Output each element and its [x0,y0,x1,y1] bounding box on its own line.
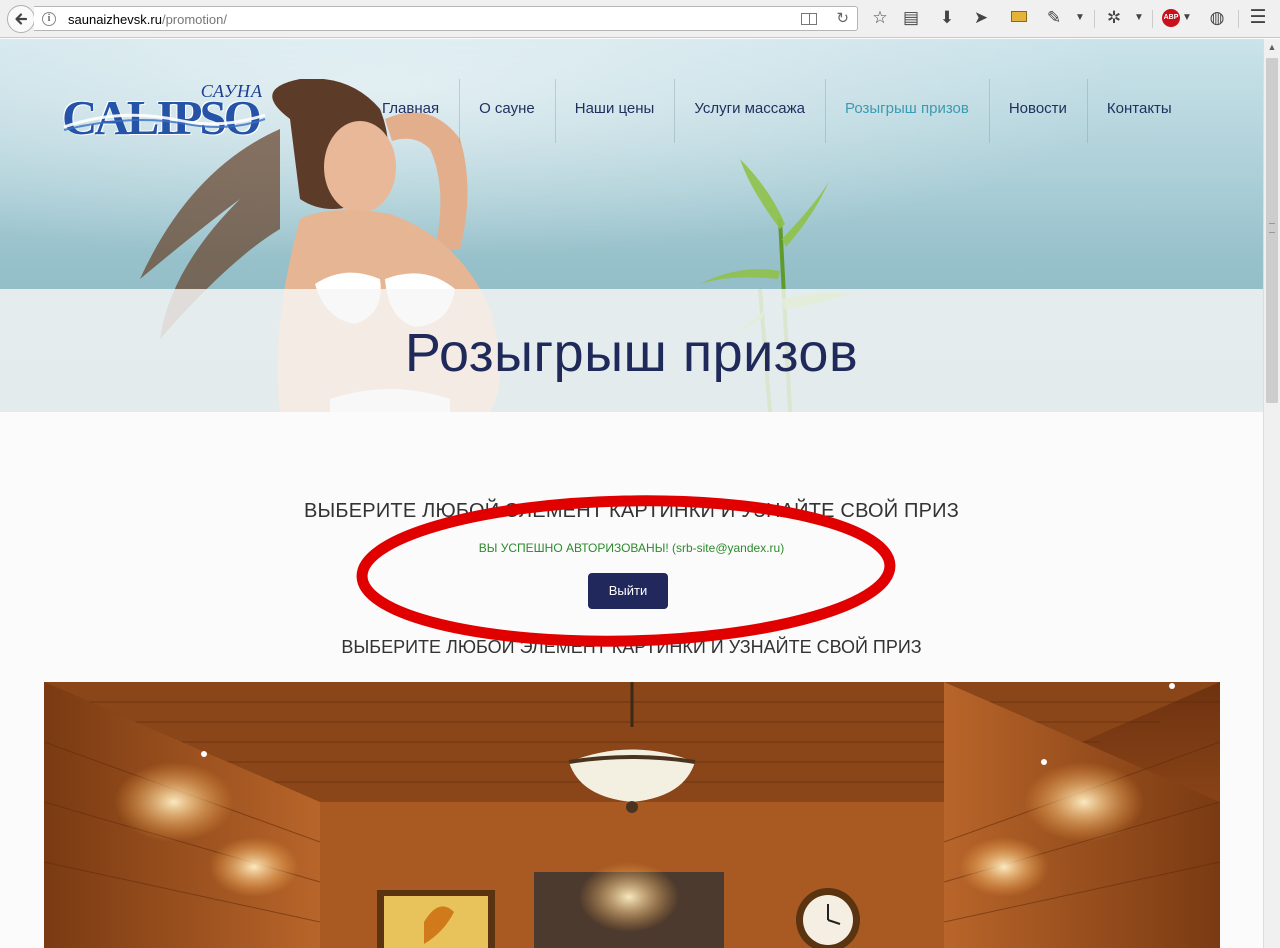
toolbar-separator [1094,10,1095,28]
address-bar[interactable]: i saunaizhevsk.ru/promotion/ ↻ [34,6,858,31]
scroll-grip [1269,223,1275,233]
adblock-icon[interactable]: ABP [1162,9,1180,27]
nav-item-massage[interactable]: Услуги массажа [674,79,825,143]
site-logo[interactable]: САУНА CALIPSO [62,81,267,143]
reader-view-icon[interactable] [801,13,817,25]
send-icon[interactable]: ➤ [971,8,991,28]
site-info-icon[interactable]: i [42,12,56,26]
toolbar-separator [1152,10,1153,28]
extension-menu-chevron-down-icon[interactable]: ▼ [1133,8,1145,28]
menu-icon[interactable]: ☰ [1248,8,1268,28]
hero-banner: САУНА CALIPSO Главная О сауне Наши цены … [0,39,1263,412]
page-title: Розыгрыш призов [404,323,859,383]
eyedropper-icon[interactable]: ✎ [1044,8,1064,28]
promo-content: ВЫБЕРИТЕ ЛЮБОЙ ЭЛЕМЕНТ КАРТИНКИ И УЗНАЙТ… [0,412,1263,948]
back-arrow-icon [15,13,28,25]
main-nav: Главная О сауне Наши цены Услуги массажа… [362,79,1192,143]
adblock-menu-chevron-down-icon[interactable]: ▼ [1181,8,1193,28]
red-annotation-ellipse [356,495,896,647]
nav-item-about[interactable]: О сауне [459,79,555,143]
nav-item-prize-draw[interactable]: Розыгрыш призов [825,79,989,143]
nav-item-news[interactable]: Новости [988,79,1087,143]
browser-toolbar: i saunaizhevsk.ru/promotion/ ↻ ☆ ▤ ⬇ ➤ ✎… [0,0,1280,38]
url-host: saunaizhevsk.ru [68,12,162,27]
reading-list-icon[interactable]: ▤ [901,8,921,28]
toolbar-separator [1238,10,1239,28]
url-text[interactable]: saunaizhevsk.ru/promotion/ [68,12,227,27]
back-button[interactable] [7,5,35,33]
nav-item-prices[interactable]: Наши цены [554,79,675,143]
reload-icon[interactable]: ↻ [836,9,849,27]
globe-icon[interactable]: ◍ [1207,8,1227,28]
nav-item-home[interactable]: Главная [362,91,459,131]
download-icon[interactable]: ⬇ [937,8,957,28]
eyedropper-menu-chevron-down-icon[interactable]: ▼ [1074,8,1086,28]
sauna-interior-image[interactable] [44,682,1220,948]
ruler-icon[interactable] [1011,11,1027,22]
extension-icon[interactable]: ✲ [1104,8,1124,28]
bookmark-star-icon[interactable]: ☆ [870,8,890,28]
url-path: /promotion/ [161,12,227,27]
page-scrollbar[interactable]: ▲ [1263,39,1280,948]
scroll-up-arrow-icon[interactable]: ▲ [1264,39,1280,56]
logo-swoosh-icon [63,113,266,131]
scroll-thumb[interactable] [1266,58,1278,403]
nav-item-contacts[interactable]: Контакты [1086,79,1192,143]
